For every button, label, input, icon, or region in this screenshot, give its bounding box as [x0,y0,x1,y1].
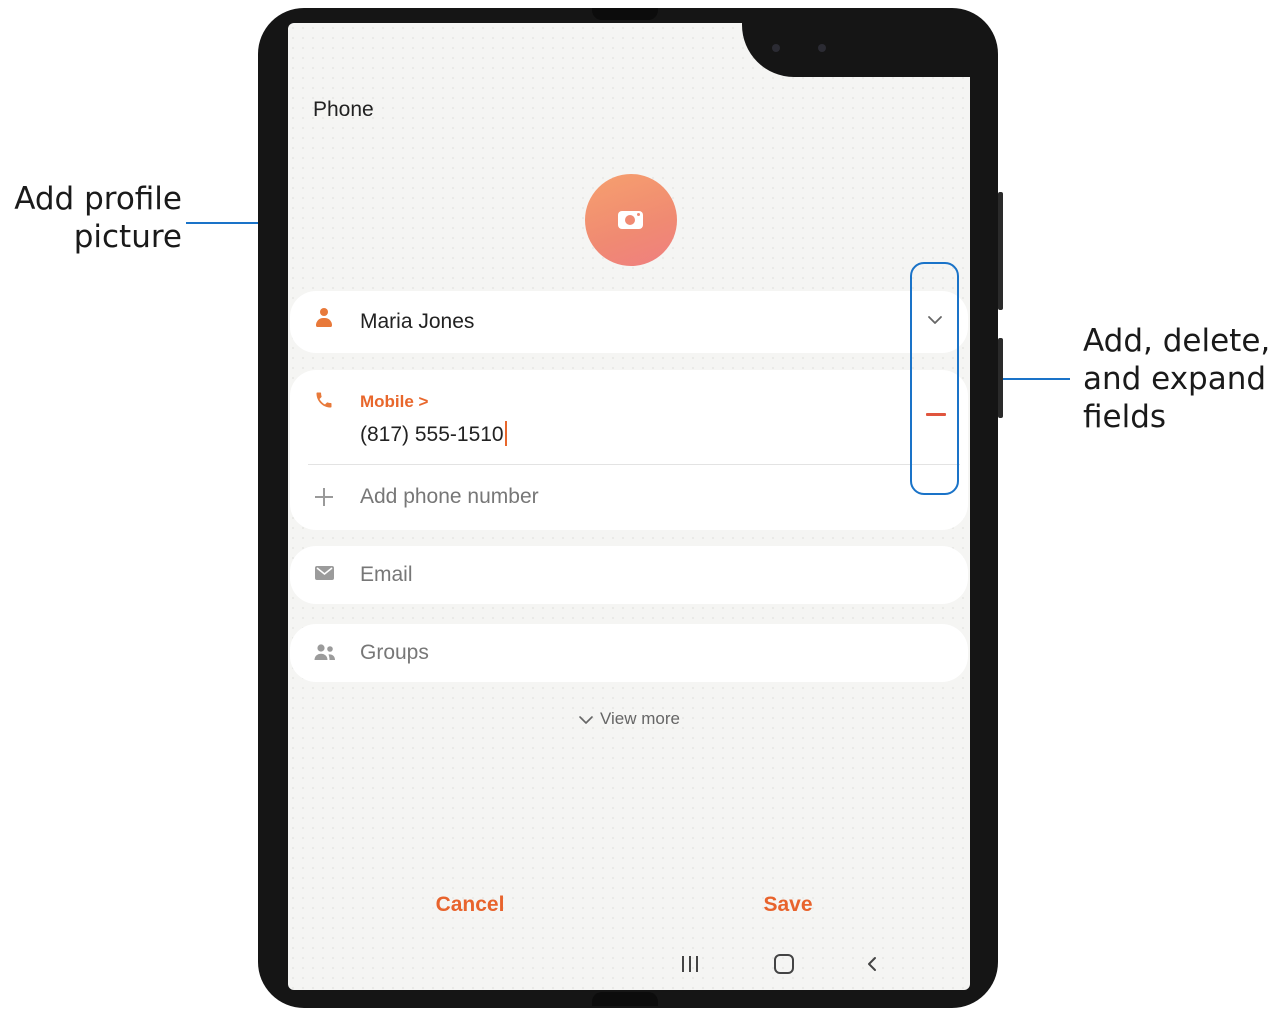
add-profile-picture-button[interactable] [585,174,677,266]
phone-number-input[interactable]: (817) 555-1510 [360,421,507,447]
callout-profile-picture: Add profile picture [14,181,182,255]
save-button[interactable]: Save [740,893,836,917]
name-input[interactable]: Maria Jones [360,310,474,334]
person-icon [315,308,333,330]
side-button-volume [998,338,1003,418]
cancel-button[interactable]: Cancel [420,893,520,917]
email-input[interactable]: Email [360,563,413,587]
groups-input[interactable]: Groups [360,641,429,665]
home-icon[interactable] [774,954,794,974]
hinge-bottom [592,992,658,1006]
app-title: Phone [313,98,374,121]
groups-icon [313,643,337,663]
phone-icon [314,390,334,410]
front-sensor-icon [818,44,826,52]
callout-bracket-fields [910,262,959,495]
phone-field-divider [308,464,960,465]
front-camera-icon [772,44,780,52]
view-more-button[interactable]: View more [578,709,680,729]
phone-number-value: (817) 555-1510 [360,423,504,446]
view-more-label: View more [600,709,680,728]
chevron-down-icon [579,715,593,724]
hinge-top [592,8,658,20]
envelope-icon [315,566,334,580]
callout-fields: Add, delete, and expand fields [1083,323,1271,435]
camera-icon [618,211,643,229]
add-phone-number-button[interactable]: Add phone number [360,485,539,509]
side-button-power [998,192,1003,310]
recents-icon[interactable] [680,955,700,973]
phone-type-selector[interactable]: Mobile > [360,392,428,412]
text-cursor [504,421,507,446]
plus-icon [313,486,335,508]
back-icon[interactable] [864,954,880,974]
